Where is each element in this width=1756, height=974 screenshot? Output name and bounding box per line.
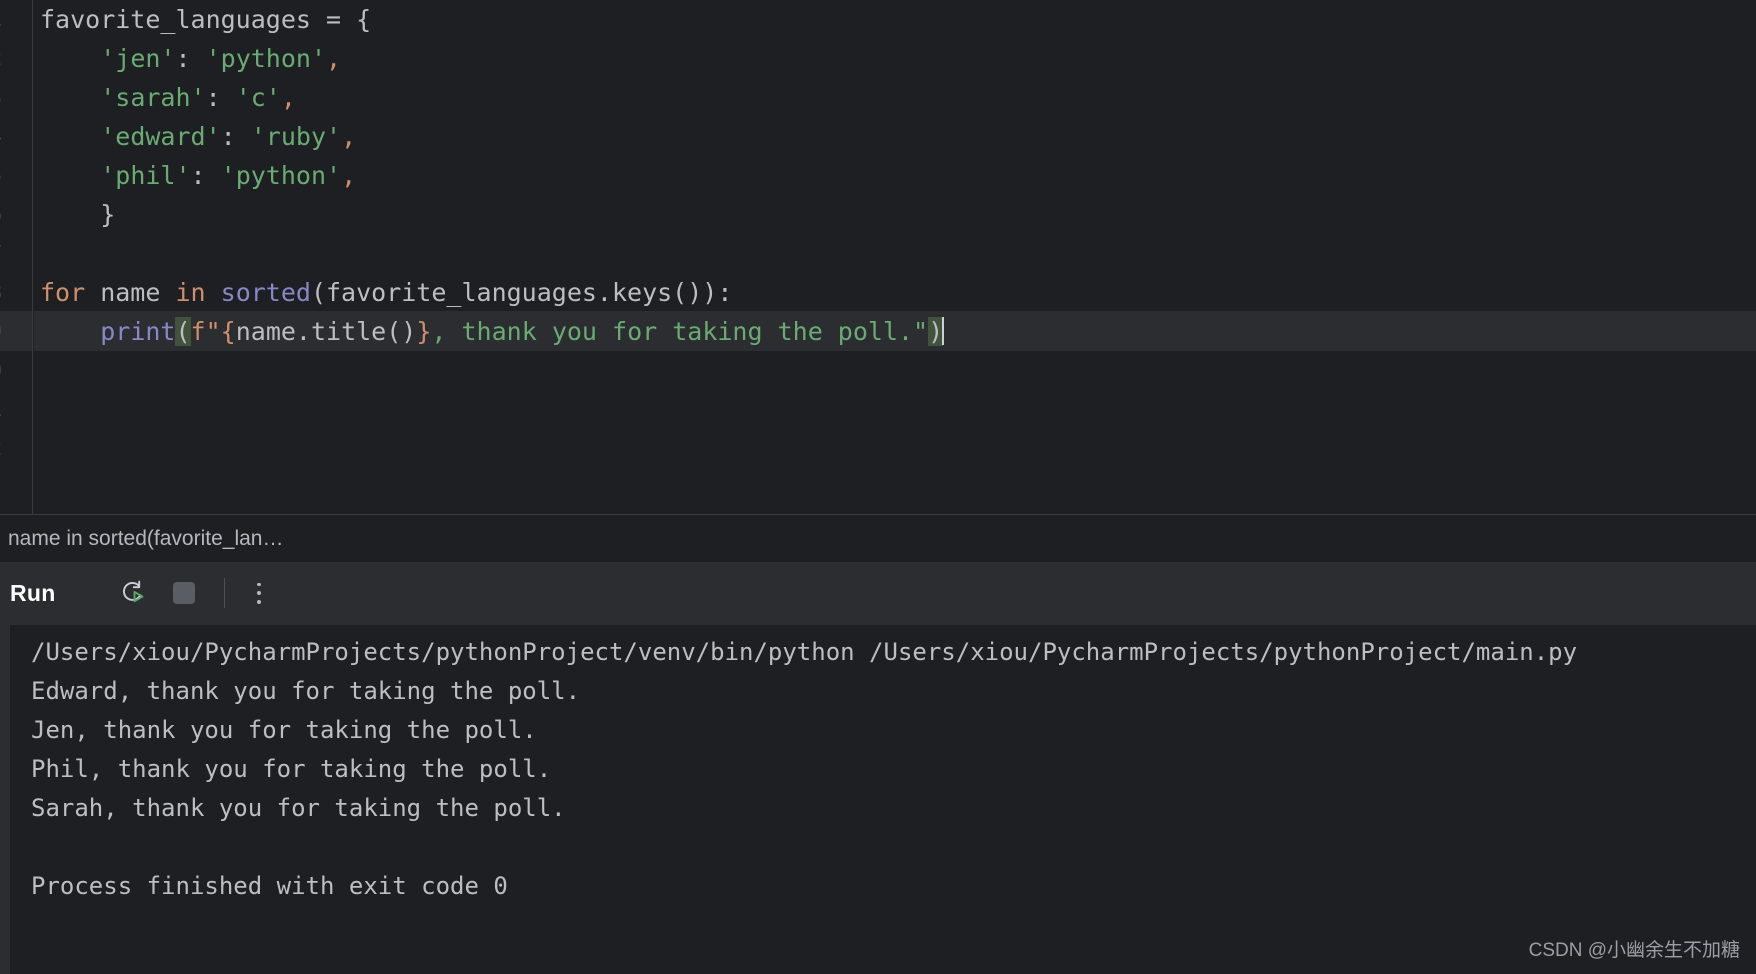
line-number: 2 [0,39,2,78]
code-token: , [341,122,357,151]
code-token: : [205,83,236,112]
more-options-button[interactable] [239,573,279,613]
code-line[interactable] [34,234,1756,273]
code-token: } [40,200,116,229]
code-token: , [326,44,342,73]
code-line[interactable] [34,390,1756,429]
code-token: 'jen' [100,44,176,73]
breadcrumb-label[interactable]: name in sorted(favorite_lan… [8,527,283,551]
code-token: : [190,161,221,190]
console-line: Process finished with exit code 0 [31,872,508,900]
code-line[interactable]: favorite_languages = { [34,0,1756,39]
line-number: 10 [0,351,2,390]
code-token: favorite_languages [40,5,311,34]
breadcrumb[interactable]: name in sorted(favorite_lan… [0,514,1756,562]
code-line[interactable]: for name in sorted(favorite_languages.ke… [34,273,1756,312]
code-line[interactable]: 'jen': 'python', [34,39,1756,78]
code-line[interactable]: } [34,195,1756,234]
code-content[interactable]: favorite_languages = { 'jen': 'python' , … [34,0,1756,514]
stop-icon [172,582,195,604]
text-caret [942,317,945,345]
pycharm-window: 123456789101112 favorite_languages = { '… [0,0,1756,974]
code-token: (favorite_languages.keys()): [310,278,733,307]
code-token: 'python' [205,44,327,73]
code-token: , [341,161,357,190]
run-tool-window-title: Run [10,579,56,606]
code-token: print [100,317,176,346]
rerun-button[interactable] [112,573,152,613]
code-token: { [220,317,236,346]
code-token: sorted [220,278,311,307]
code-token: 'ruby' [250,122,342,151]
code-token: 'edward' [100,122,221,151]
code-token: name.title() [235,317,417,346]
code-editor[interactable]: 123456789101112 favorite_languages = { '… [0,0,1756,514]
line-number: 12 [0,429,2,468]
line-number: 8 [0,273,2,312]
toolbar-divider [223,578,225,608]
line-number: 4 [0,117,2,156]
console-line: /Users/xiou/PycharmProjects/pythonProjec… [31,638,1578,666]
code-token: in [175,278,206,307]
line-number: 6 [0,195,2,234]
code-token: ) [928,317,944,346]
code-token: : [220,122,251,151]
code-token: 'sarah' [100,83,206,112]
rerun-icon [122,580,144,603]
code-token: ( [175,317,191,346]
code-token: f" [190,317,221,346]
run-tool-window-header: Run [0,562,1756,624]
code-line[interactable]: 'edward': 'ruby', [34,117,1756,156]
code-token: 'phil' [100,161,191,190]
code-line[interactable] [34,351,1756,390]
stop-button[interactable] [164,573,204,613]
code-line[interactable]: 'phil': 'python', [34,156,1756,195]
line-number: 3 [0,78,2,117]
line-number: 1 [0,0,2,39]
code-token: = { [310,5,372,34]
run-console[interactable]: /Users/xiou/PycharmProjects/pythonProjec… [0,624,1756,974]
line-number: 11 [0,390,2,429]
code-token: 'python' [220,161,342,190]
code-token: for [40,278,86,307]
more-options-icon [256,580,261,606]
code-line[interactable] [34,429,1756,468]
code-token: name [85,278,176,307]
code-line[interactable]: print(f"{name.title()}, thank you for ta… [34,312,1756,351]
line-number: 7 [0,234,2,273]
code-token: } [416,317,432,346]
console-line: Edward, thank you for taking the poll. [31,677,581,705]
current-line-highlight-gutter [0,311,32,351]
console-line: Sarah, thank you for taking the poll. [31,794,566,822]
code-token: , [280,83,296,112]
console-line: Jen, thank you for taking the poll. [31,716,537,744]
console-output[interactable]: /Users/xiou/PycharmProjects/pythonProjec… [10,625,1756,974]
code-line[interactable]: 'sarah': 'c', [34,78,1756,117]
code-token: : [175,44,206,73]
line-number: 5 [0,156,2,195]
code-token: 'c' [235,83,281,112]
line-number: 9 [0,312,2,351]
console-gutter [0,625,10,974]
editor-gutter[interactable]: 123456789101112 [0,0,33,514]
console-line: Phil, thank you for taking the poll. [31,755,552,783]
code-token: , thank you for taking the poll." [431,317,929,346]
